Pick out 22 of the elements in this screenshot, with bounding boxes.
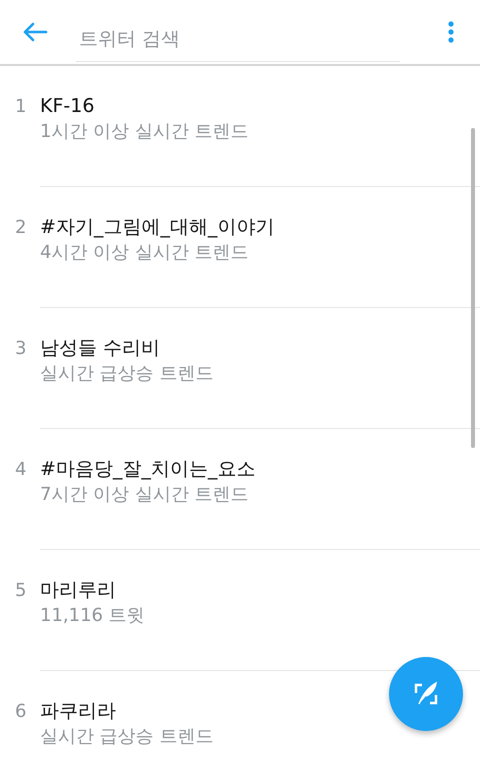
trend-title: 파쿠리라 <box>40 699 117 723</box>
trend-subtitle: 11,116 트윗 <box>40 604 145 628</box>
trend-subtitle: 4시간 이상 실시간 트렌드 <box>40 241 250 265</box>
trend-rank: 4 <box>15 459 26 480</box>
trend-title: #자기_그림에_대해_이야기 <box>40 215 274 239</box>
trend-rank: 5 <box>15 580 26 601</box>
trend-rank: 3 <box>15 338 26 359</box>
trend-title: #마음당_잘_치이는_요소 <box>40 457 256 481</box>
trend-subtitle: 실시간 급상승 트렌드 <box>40 362 214 386</box>
trend-subtitle: 실시간 급상승 트렌드 <box>40 725 214 749</box>
back-arrow-icon <box>22 21 48 43</box>
trend-title: 마리루리 <box>40 578 117 602</box>
trend-title: KF-16 <box>40 94 96 118</box>
trend-subtitle: 1시간 이상 실시간 트렌드 <box>40 120 249 144</box>
compose-button[interactable] <box>389 657 463 731</box>
back-button[interactable] <box>22 21 48 43</box>
trend-rank: 6 <box>15 701 26 722</box>
trend-subtitle: 7시간 이상 실시간 트렌드 <box>40 483 250 507</box>
trend-rank: 1 <box>15 96 26 117</box>
more-options-icon <box>448 21 454 43</box>
trend-title: 남성들 수리비 <box>40 336 162 360</box>
trend-rank: 2 <box>15 217 26 238</box>
